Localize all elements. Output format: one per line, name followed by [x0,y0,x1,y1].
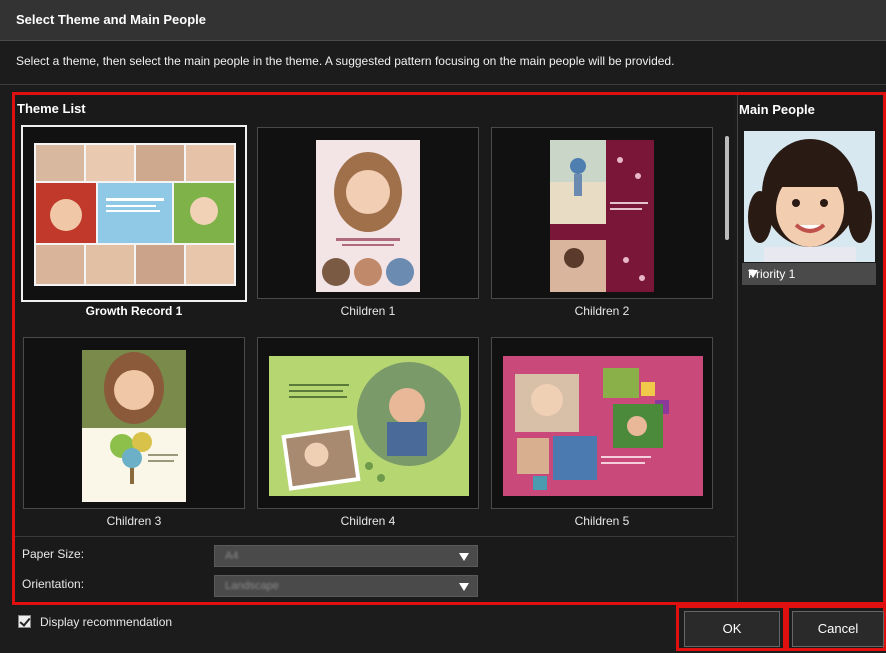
dialog-description: Select a theme, then select the main peo… [16,54,675,68]
display-recommendation-label: Display recommendation [40,615,173,629]
highlight-frame [12,92,886,605]
dialog-title-bar: Select Theme and Main People [0,0,886,41]
cancel-button[interactable]: Cancel [792,611,884,647]
dialog-title: Select Theme and Main People [16,12,206,27]
divider [0,84,886,85]
display-recommendation-checkbox[interactable] [18,615,31,628]
ok-button[interactable]: OK [684,611,780,647]
